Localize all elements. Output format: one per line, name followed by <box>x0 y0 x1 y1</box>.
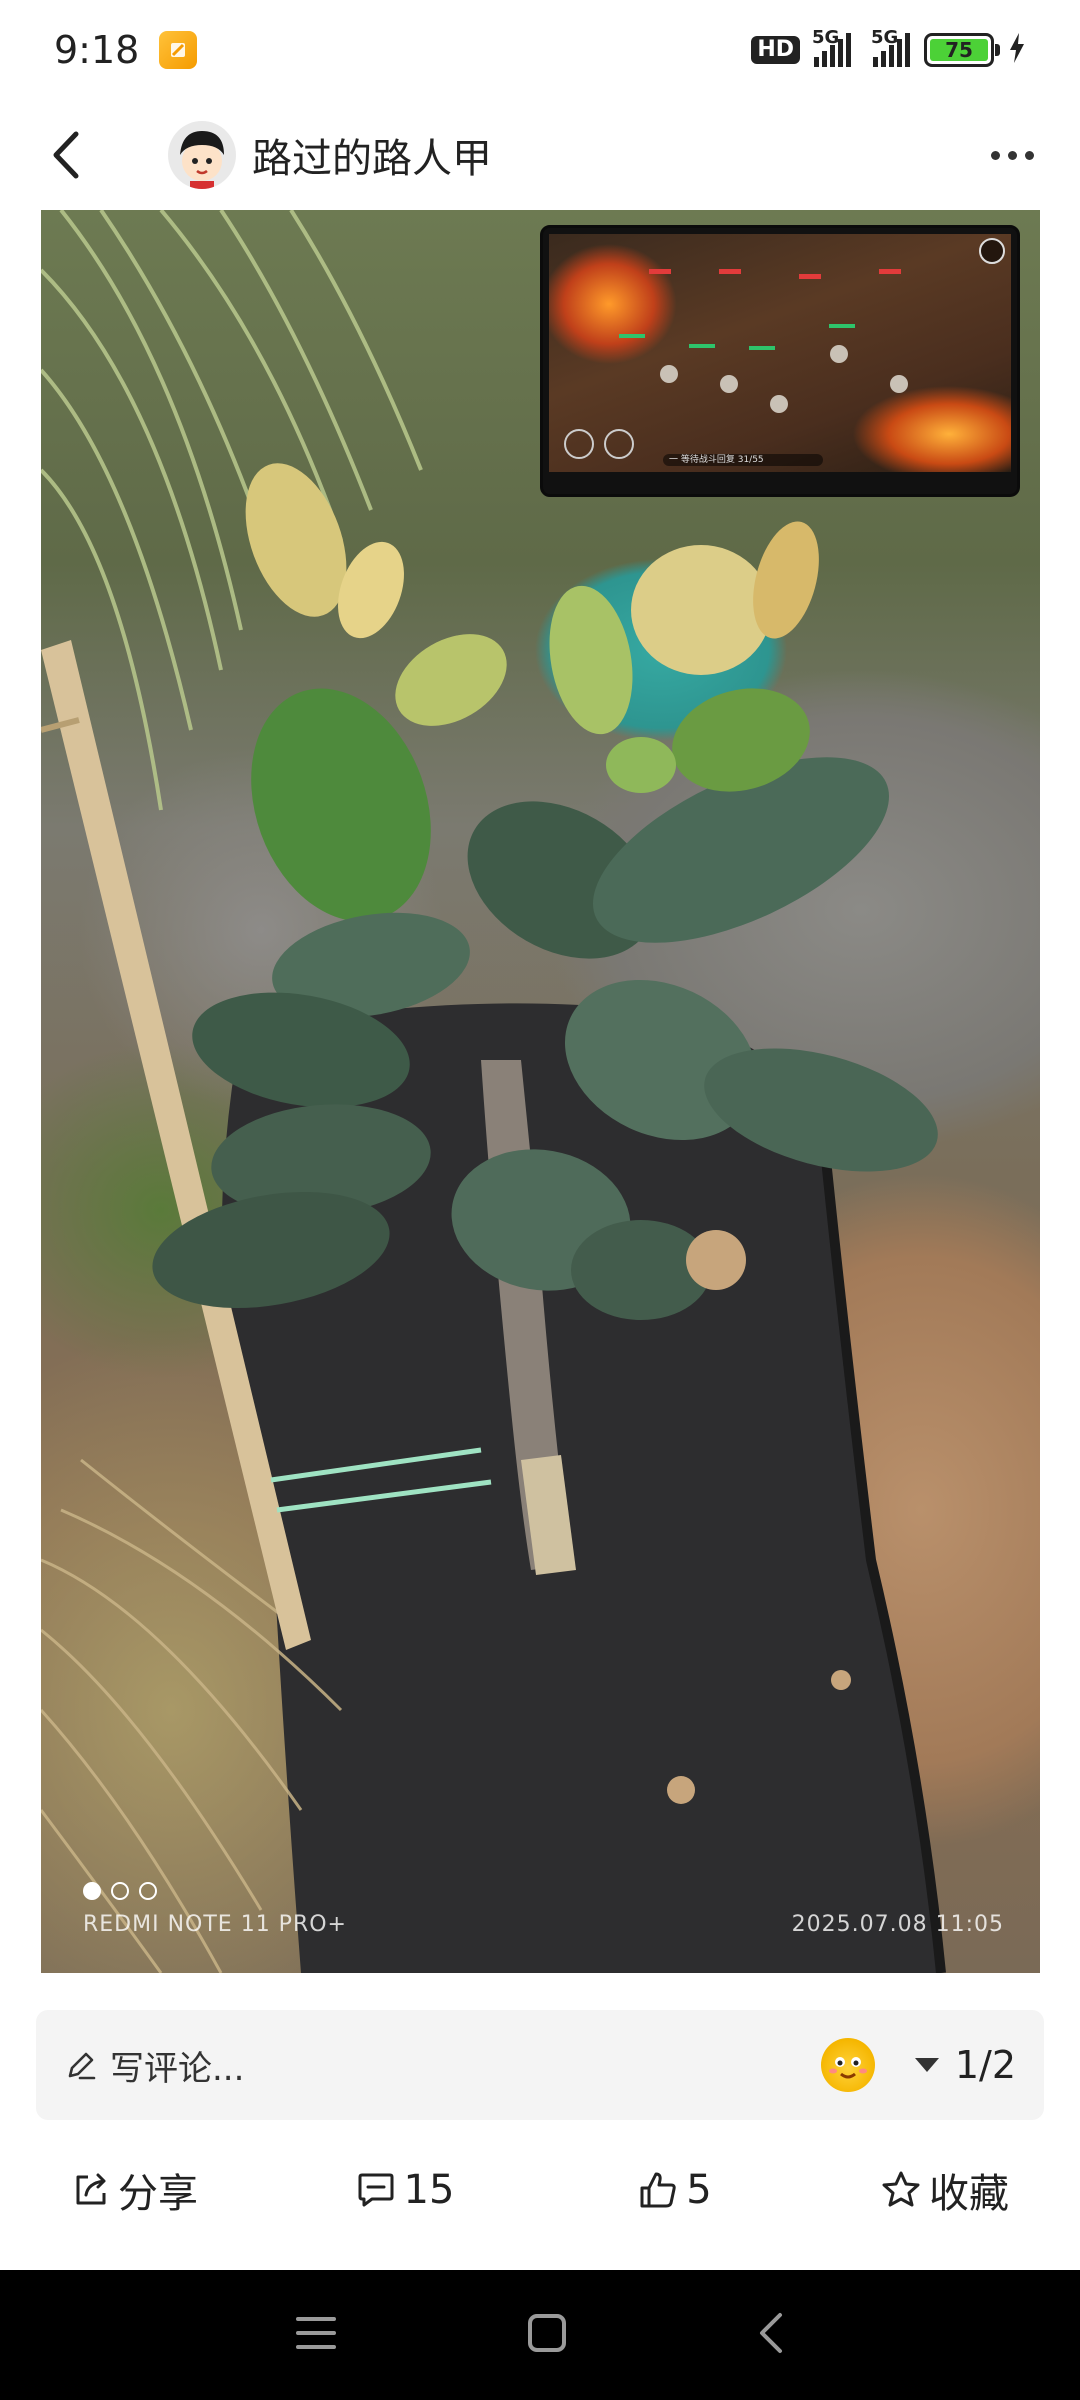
home-icon[interactable] <box>525 2311 569 2359</box>
status-bar: 9:18 HD 5G 5G 75 <box>0 0 1080 100</box>
hd-badge: HD <box>751 36 800 64</box>
pencil-icon <box>68 2052 96 2080</box>
share-icon <box>76 2173 106 2205</box>
photo-pager[interactable] <box>83 1882 157 1900</box>
page-indicator-text: 1/2 <box>954 2043 1016 2087</box>
photo-timestamp: 2025.07.08 11:05 <box>791 1912 1004 1937</box>
action-bar: 分享 15 5 收藏 <box>0 2130 1080 2250</box>
favorite-label: 收藏 <box>929 2171 1009 2217</box>
back-button[interactable] <box>36 125 96 185</box>
favorite-button[interactable]: 收藏 <box>810 2161 1080 2219</box>
like-button[interactable]: 5 <box>540 2167 810 2213</box>
thumbs-up-icon <box>640 2172 676 2208</box>
share-label: 分享 <box>118 2171 198 2217</box>
charging-icon <box>1008 28 1026 72</box>
post-photo[interactable]: 一 等待战斗回复 31/55 REDMI NOTE 11 PRO+ 2025.0… <box>41 210 1040 1973</box>
comments-button[interactable]: 15 <box>270 2167 540 2213</box>
pause-icon[interactable] <box>979 238 1005 264</box>
battery-icon: 75 <box>924 33 1000 67</box>
floating-video-window[interactable]: 一 等待战斗回复 31/55 <box>540 225 1020 497</box>
pager-dot-1[interactable] <box>83 1882 101 1900</box>
video-caption: 一 等待战斗回复 31/55 <box>663 454 823 466</box>
comment-input[interactable]: 写评论... 1/2 <box>36 2010 1044 2120</box>
username[interactable]: 路过的路人甲 <box>252 126 492 184</box>
more-dots-icon <box>991 150 1000 160</box>
status-time: 9:18 <box>54 28 140 72</box>
camera-watermark: REDMI NOTE 11 PRO+ <box>83 1912 347 1937</box>
comment-icon <box>358 2173 394 2207</box>
chevron-left-icon <box>53 131 79 179</box>
game-video-frame <box>549 234 1011 472</box>
pager-dot-3[interactable] <box>139 1882 157 1900</box>
star-icon <box>882 2171 920 2207</box>
battery-level: 75 <box>930 38 988 62</box>
share-button[interactable]: 分享 <box>0 2161 270 2219</box>
status-indicators: HD 5G 5G 75 <box>751 27 1026 72</box>
back-nav-icon[interactable] <box>756 2311 786 2359</box>
post-header: 路过的路人甲 <box>0 100 1080 210</box>
comment-placeholder: 写评论... <box>110 2048 245 2089</box>
menu-icon[interactable] <box>294 2313 338 2357</box>
image-page-selector[interactable]: 1/2 <box>914 2043 1016 2087</box>
avatar[interactable] <box>168 121 236 189</box>
signal-icon-sim2: 5G <box>871 27 910 67</box>
signal-icon-sim1: 5G <box>812 27 851 67</box>
triangle-down-icon <box>914 2058 939 2072</box>
likes-count: 5 <box>686 2167 712 2213</box>
video-bottom-bar <box>543 472 1017 494</box>
comments-count: 15 <box>403 2167 455 2213</box>
system-navigation-bar <box>0 2270 1080 2400</box>
notification-app-icon <box>159 31 198 69</box>
emoji-face-icon[interactable] <box>820 2038 875 2092</box>
pager-dot-2[interactable] <box>111 1882 129 1900</box>
more-options-button[interactable] <box>991 150 1034 160</box>
